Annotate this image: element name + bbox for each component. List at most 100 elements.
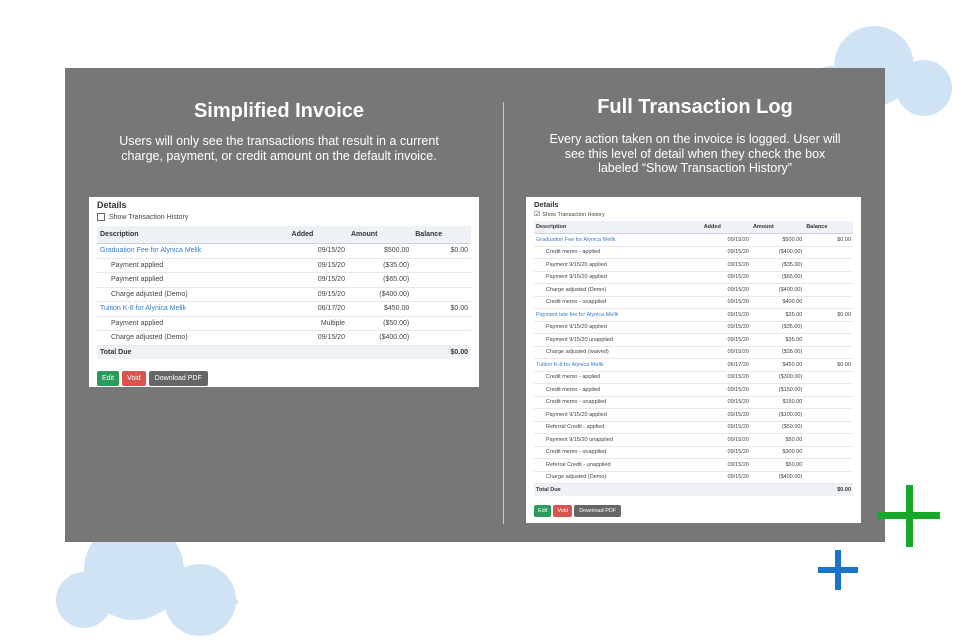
row-balance bbox=[804, 283, 853, 297]
row-balance bbox=[804, 458, 853, 472]
row-balance bbox=[804, 271, 853, 284]
row-balance bbox=[804, 321, 853, 334]
download-pdf-button[interactable]: Download PDF bbox=[148, 371, 208, 386]
table-row: Payment late fee for Alynica Mellk 09/15/… bbox=[534, 308, 853, 322]
row-amount: ($400.00) bbox=[750, 283, 805, 297]
row-added: 09/15/20 bbox=[701, 446, 751, 459]
row-description[interactable]: Payment late fee for Alynica Mellk bbox=[534, 308, 702, 322]
row-balance bbox=[412, 316, 471, 331]
column-divider bbox=[503, 102, 504, 524]
row-description: Referral Credit - unapplied bbox=[534, 458, 702, 472]
row-description: Charge adjusted (Demo) bbox=[97, 330, 289, 346]
row-added: Multiple bbox=[288, 316, 348, 331]
invoice-table: Description Added Amount Balance Graduat… bbox=[97, 226, 471, 359]
row-added: 09/15/20 bbox=[701, 471, 751, 484]
left-subtitle-line: Users will only see the transactions tha… bbox=[119, 134, 439, 148]
checkbox-label: Show Transaction History bbox=[542, 211, 605, 218]
row-balance: $0.00 bbox=[804, 358, 853, 372]
row-description: Charge adjusted (Demo) bbox=[97, 287, 289, 302]
edit-button[interactable]: Edit bbox=[534, 504, 552, 517]
right-subtitle: Every action taken on the invoice is log… bbox=[520, 132, 870, 176]
row-balance bbox=[804, 258, 853, 272]
download-pdf-button[interactable]: Download PDF bbox=[574, 504, 622, 517]
row-added: 09/15/20 bbox=[288, 287, 348, 302]
row-description[interactable]: Graduation Fee for Alynica Mellk bbox=[97, 243, 289, 259]
void-button[interactable]: Void bbox=[122, 371, 146, 386]
table-header: Description Added Amount Balance bbox=[534, 221, 853, 234]
left-title: Simplified Invoice bbox=[193, 100, 365, 122]
row-added: 09/15/20 bbox=[701, 333, 751, 347]
row-description[interactable]: Tuition K-8 for Alynica Mellk bbox=[97, 301, 289, 317]
show-history-checkbox[interactable]: ☑ Show Transaction History bbox=[534, 211, 853, 218]
table-row: Charge adjusted (Demo) 09/15/20 ($400.00) bbox=[534, 471, 853, 484]
row-description: Payment 9/15/20 unapplied bbox=[534, 333, 702, 347]
row-balance bbox=[804, 421, 853, 434]
table-row: Payment 9/15/20 applied 09/15/20 ($35.00) bbox=[534, 258, 853, 272]
table-row: Credit memo - unapplied 09/15/20 $400.00 bbox=[534, 296, 853, 309]
row-amount: ($400.00) bbox=[347, 330, 413, 346]
total-spacer bbox=[347, 345, 413, 359]
checkbox-checked-icon[interactable]: ☑ bbox=[534, 211, 540, 218]
edit-button[interactable]: Edit bbox=[97, 371, 120, 386]
void-button[interactable]: Void bbox=[553, 504, 573, 517]
card-heading: Details bbox=[534, 200, 559, 209]
row-balance: $0.00 bbox=[412, 301, 471, 317]
comparison-panel: Simplified Invoice Users will only see t… bbox=[65, 68, 885, 542]
row-amount: ($35.00) bbox=[750, 321, 805, 334]
row-description: Credit memo - applied bbox=[534, 383, 702, 397]
row-added: 09/15/20 bbox=[701, 458, 751, 472]
checkbox-unchecked-icon[interactable] bbox=[97, 213, 105, 221]
row-amount: ($100.00) bbox=[750, 408, 805, 422]
table-row: Payment 9/15/20 applied 09/15/20 ($65.00) bbox=[534, 271, 853, 284]
row-added: 09/15/20 bbox=[701, 308, 751, 322]
row-description: Payment applied bbox=[97, 272, 289, 288]
row-amount: $35.00 bbox=[750, 308, 805, 322]
row-description: Referral Credit - applied bbox=[534, 421, 702, 434]
row-amount: ($300.00) bbox=[750, 371, 805, 384]
row-added: 09/15/20 bbox=[288, 258, 348, 273]
col-amount: Amount bbox=[347, 226, 413, 244]
row-description: Credit memo - applied bbox=[534, 246, 702, 259]
full-transaction-card: Details ☑ Show Transaction History Descr… bbox=[526, 197, 861, 523]
row-balance: $0.00 bbox=[804, 308, 853, 322]
row-description[interactable]: Graduation Fee for Alynica Mellk bbox=[534, 233, 702, 247]
table-row: Credit memo - unapplied 09/15/20 $300.00 bbox=[534, 446, 853, 459]
table-row: Credit memo - applied 09/15/20 ($400.00) bbox=[534, 246, 853, 259]
show-history-checkbox[interactable]: Show Transaction History bbox=[97, 213, 471, 221]
row-amount: $500.00 bbox=[347, 243, 413, 259]
row-amount: $150.00 bbox=[750, 396, 805, 409]
row-added: 06/17/20 bbox=[701, 358, 751, 372]
table-row: Charge adjusted (Demo) 09/15/20 ($400.00) bbox=[97, 287, 471, 302]
row-balance bbox=[804, 371, 853, 384]
row-balance bbox=[412, 330, 471, 346]
row-description: Credit memo - unapplied bbox=[534, 296, 702, 309]
row-description[interactable]: Tuition K-8 for Alynica Mellk bbox=[534, 358, 702, 372]
table-row: Charge adjusted (Demo) 09/15/20 ($400.00) bbox=[97, 330, 471, 346]
table-row: Payment 9/15/20 unapplied 09/15/20 $35.00 bbox=[534, 333, 853, 347]
table-row: Credit memo - unapplied 09/15/20 $150.00 bbox=[534, 396, 853, 409]
total-row: Total Due $0.00 bbox=[97, 345, 471, 359]
row-amount: ($65.00) bbox=[750, 271, 805, 284]
right-subtitle-line: see this level of detail when they check… bbox=[564, 146, 826, 161]
row-description: Charge adjusted (Demo) bbox=[534, 471, 702, 484]
row-added: 09/15/20 bbox=[701, 258, 751, 272]
right-subtitle-line: labeled “Show Transaction History” bbox=[598, 161, 792, 175]
right-title: Full Transaction Log bbox=[597, 96, 793, 118]
action-buttons: Edit Void Download PDF bbox=[97, 371, 471, 386]
row-description: Payment applied bbox=[97, 316, 289, 331]
row-balance: $0.00 bbox=[412, 243, 471, 259]
row-added: 09/15/20 bbox=[701, 346, 751, 359]
row-balance bbox=[412, 272, 471, 288]
left-subtitle: Users will only see the transactions tha… bbox=[89, 134, 469, 163]
row-amount: $50.00 bbox=[750, 433, 805, 447]
table-row: Referral Credit - unapplied 09/15/20 $50.0… bbox=[534, 458, 853, 472]
row-description: Payment applied bbox=[97, 258, 289, 273]
row-description: Charge adjusted (waived) bbox=[534, 346, 702, 359]
row-amount: $450.00 bbox=[347, 301, 413, 317]
total-value: $0.00 bbox=[412, 345, 471, 359]
row-added: 09/15/20 bbox=[701, 371, 751, 384]
table-row: Charge adjusted (waived) 09/15/20 ($35.00) bbox=[534, 346, 853, 359]
total-label: Total Due bbox=[97, 345, 289, 359]
row-description: Payment 9/15/20 applied bbox=[534, 408, 702, 422]
col-added: Added bbox=[288, 226, 348, 244]
